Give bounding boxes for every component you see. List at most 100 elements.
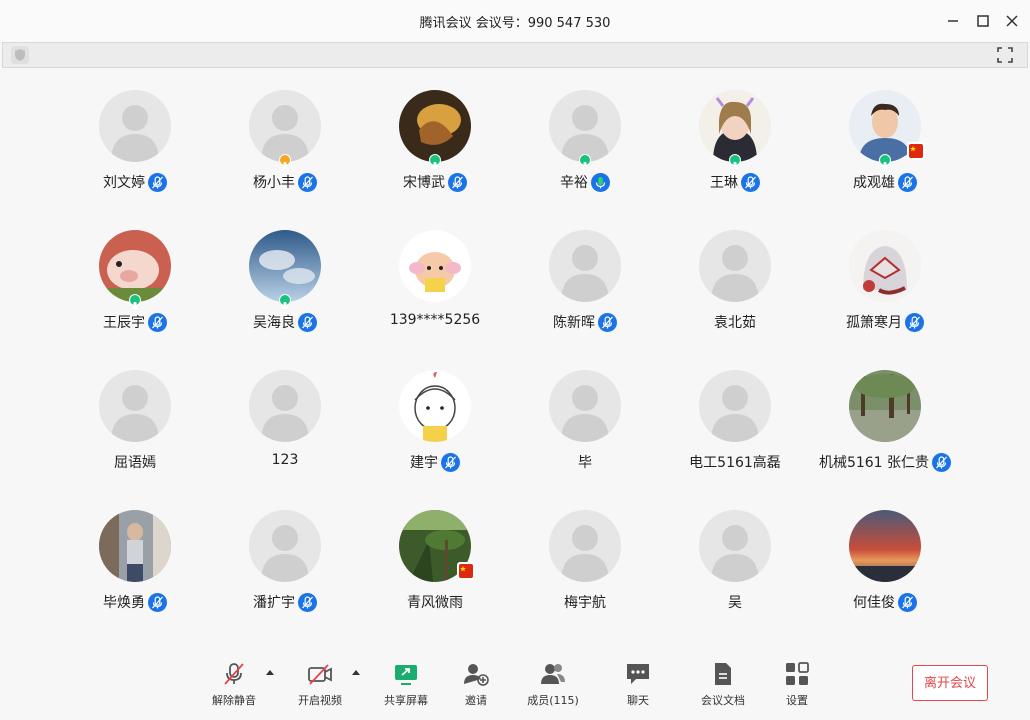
leave-meeting-button[interactable]: 离开会议 xyxy=(912,665,988,701)
participant-name: 建宇 xyxy=(410,455,438,471)
unmute-label: 解除静音 xyxy=(212,694,256,707)
participant-name-row: 刘文婷 xyxy=(60,172,210,192)
security-shield-icon[interactable] xyxy=(11,46,29,64)
participant-tile[interactable]: 吴海良 xyxy=(210,220,360,350)
maximize-button[interactable] xyxy=(972,10,994,32)
minimize-icon xyxy=(948,20,958,22)
participant-name-row: 辛裕 xyxy=(510,172,660,192)
participant-tile[interactable]: 毕 xyxy=(510,360,660,490)
participant-name-row: 青风微雨 xyxy=(360,592,510,612)
maximize-icon xyxy=(977,15,989,27)
participant-tile[interactable]: 毕焕勇 xyxy=(60,500,210,630)
mic-muted-icon xyxy=(148,592,167,612)
unmute-button[interactable]: 解除静音 xyxy=(202,660,266,708)
participant-name-row: 吴 xyxy=(660,592,810,612)
participant-name: 孤箫寒月 xyxy=(846,315,902,331)
meeting-docs-button[interactable]: 会议文档 xyxy=(691,660,755,708)
close-button[interactable] xyxy=(1001,10,1023,32)
participant-tile[interactable]: 屈语嫣 xyxy=(60,360,210,490)
participant-tile[interactable]: 123 xyxy=(210,360,360,490)
bottom-toolbar: 解除静音 开启视频 共享屏幕 邀请 成员(115) 聊天 会议文档 设置 xyxy=(0,648,1030,720)
share-screen-button[interactable]: 共享屏幕 xyxy=(374,660,438,708)
avatar xyxy=(699,90,771,162)
participant-tile[interactable]: 辛裕 xyxy=(510,80,660,210)
avatar xyxy=(399,90,471,162)
user-status-icon xyxy=(579,154,591,169)
chat-button[interactable]: 聊天 xyxy=(606,660,670,708)
participant-tile[interactable]: 宋博武 xyxy=(360,80,510,210)
participant-tile[interactable]: 何佳俊 xyxy=(810,500,960,630)
members-button[interactable]: 成员(115) xyxy=(521,660,585,708)
participant-tile[interactable]: 电工5161高磊 xyxy=(660,360,810,490)
members-icon xyxy=(541,664,565,684)
fullscreen-icon[interactable] xyxy=(997,47,1013,63)
participant-tile[interactable]: 王辰宇 xyxy=(60,220,210,350)
start-video-button[interactable]: 开启视频 xyxy=(288,660,352,708)
settings-grid-icon xyxy=(786,662,809,685)
start-video-label: 开启视频 xyxy=(298,694,342,707)
participant-tile[interactable]: 吴 xyxy=(660,500,810,630)
avatar xyxy=(849,230,921,302)
video-options-arrow[interactable] xyxy=(352,670,360,675)
avatar xyxy=(99,370,171,442)
participant-tile[interactable]: 建宇 xyxy=(360,360,510,490)
participant-name-row: 建宇 xyxy=(360,452,510,472)
participant-name-row: 139****5256 xyxy=(360,312,510,328)
participant-name: 毕 xyxy=(578,455,592,471)
participant-name-row: 杨小丰 xyxy=(210,172,360,192)
user-status-icon xyxy=(129,294,141,309)
mic-muted-icon xyxy=(148,172,167,192)
participant-tile[interactable]: 袁北茹 xyxy=(660,220,810,350)
participant-name-row: 何佳俊 xyxy=(810,592,960,612)
chat-icon xyxy=(627,664,649,684)
title-bar: 腾讯会议 会议号：990 547 530 xyxy=(0,0,1030,42)
participant-name-row: 潘扩宇 xyxy=(210,592,360,612)
participant-name-row: 屈语嫣 xyxy=(60,452,210,472)
minimize-button[interactable] xyxy=(942,10,964,32)
user-status-icon xyxy=(279,294,291,309)
mic-muted-icon xyxy=(741,172,760,192)
participant-name: 成观雄 xyxy=(853,175,895,191)
participant-name-row: 孤箫寒月 xyxy=(810,312,960,332)
participant-name-row: 梅宇航 xyxy=(510,592,660,612)
participant-tile[interactable]: 陈新晖 xyxy=(510,220,660,350)
invite-button[interactable]: 邀请 xyxy=(444,660,508,708)
participant-name: 袁北茹 xyxy=(714,315,756,331)
participant-tile[interactable]: 139****5256 xyxy=(360,220,510,350)
participant-name: 杨小丰 xyxy=(253,175,295,191)
settings-button[interactable]: 设置 xyxy=(765,660,829,708)
avatar xyxy=(699,370,771,442)
participant-tile[interactable]: 潘扩宇 xyxy=(210,500,360,630)
participant-name-row: 毕焕勇 xyxy=(60,592,210,612)
participant-tile[interactable]: 刘文婷 xyxy=(60,80,210,210)
chat-label: 聊天 xyxy=(627,694,649,707)
participant-name: 陈新晖 xyxy=(553,315,595,331)
participant-tile[interactable]: 王琳 xyxy=(660,80,810,210)
participant-name-row: 123 xyxy=(210,452,360,468)
mic-active-icon xyxy=(591,172,610,192)
avatar xyxy=(399,230,471,302)
audio-options-arrow[interactable] xyxy=(266,670,274,675)
avatar xyxy=(249,370,321,442)
avatar xyxy=(549,510,621,582)
participant-tile[interactable]: 杨小丰 xyxy=(210,80,360,210)
avatar xyxy=(99,510,171,582)
participant-name-row: 电工5161高磊 xyxy=(660,452,810,472)
participant-name-row: 吴海良 xyxy=(210,312,360,332)
participant-name: 王琳 xyxy=(710,175,738,191)
participant-name-row: 陈新晖 xyxy=(510,312,660,332)
avatar xyxy=(549,90,621,162)
avatar xyxy=(699,510,771,582)
participant-tile[interactable]: 青风微雨 xyxy=(360,500,510,630)
flag-icon xyxy=(457,562,475,580)
participant-name: 123 xyxy=(271,452,299,468)
participant-tile[interactable]: 孤箫寒月 xyxy=(810,220,960,350)
avatar xyxy=(99,90,171,162)
participant-tile[interactable]: 机械5161 张仁贵 xyxy=(810,360,960,490)
mic-muted-icon xyxy=(298,592,317,612)
participant-tile[interactable]: 成观雄 xyxy=(810,80,960,210)
mic-muted-icon xyxy=(298,172,317,192)
participant-tile[interactable]: 梅宇航 xyxy=(510,500,660,630)
participant-name: 青风微雨 xyxy=(407,595,463,611)
user-status-icon xyxy=(429,154,441,169)
